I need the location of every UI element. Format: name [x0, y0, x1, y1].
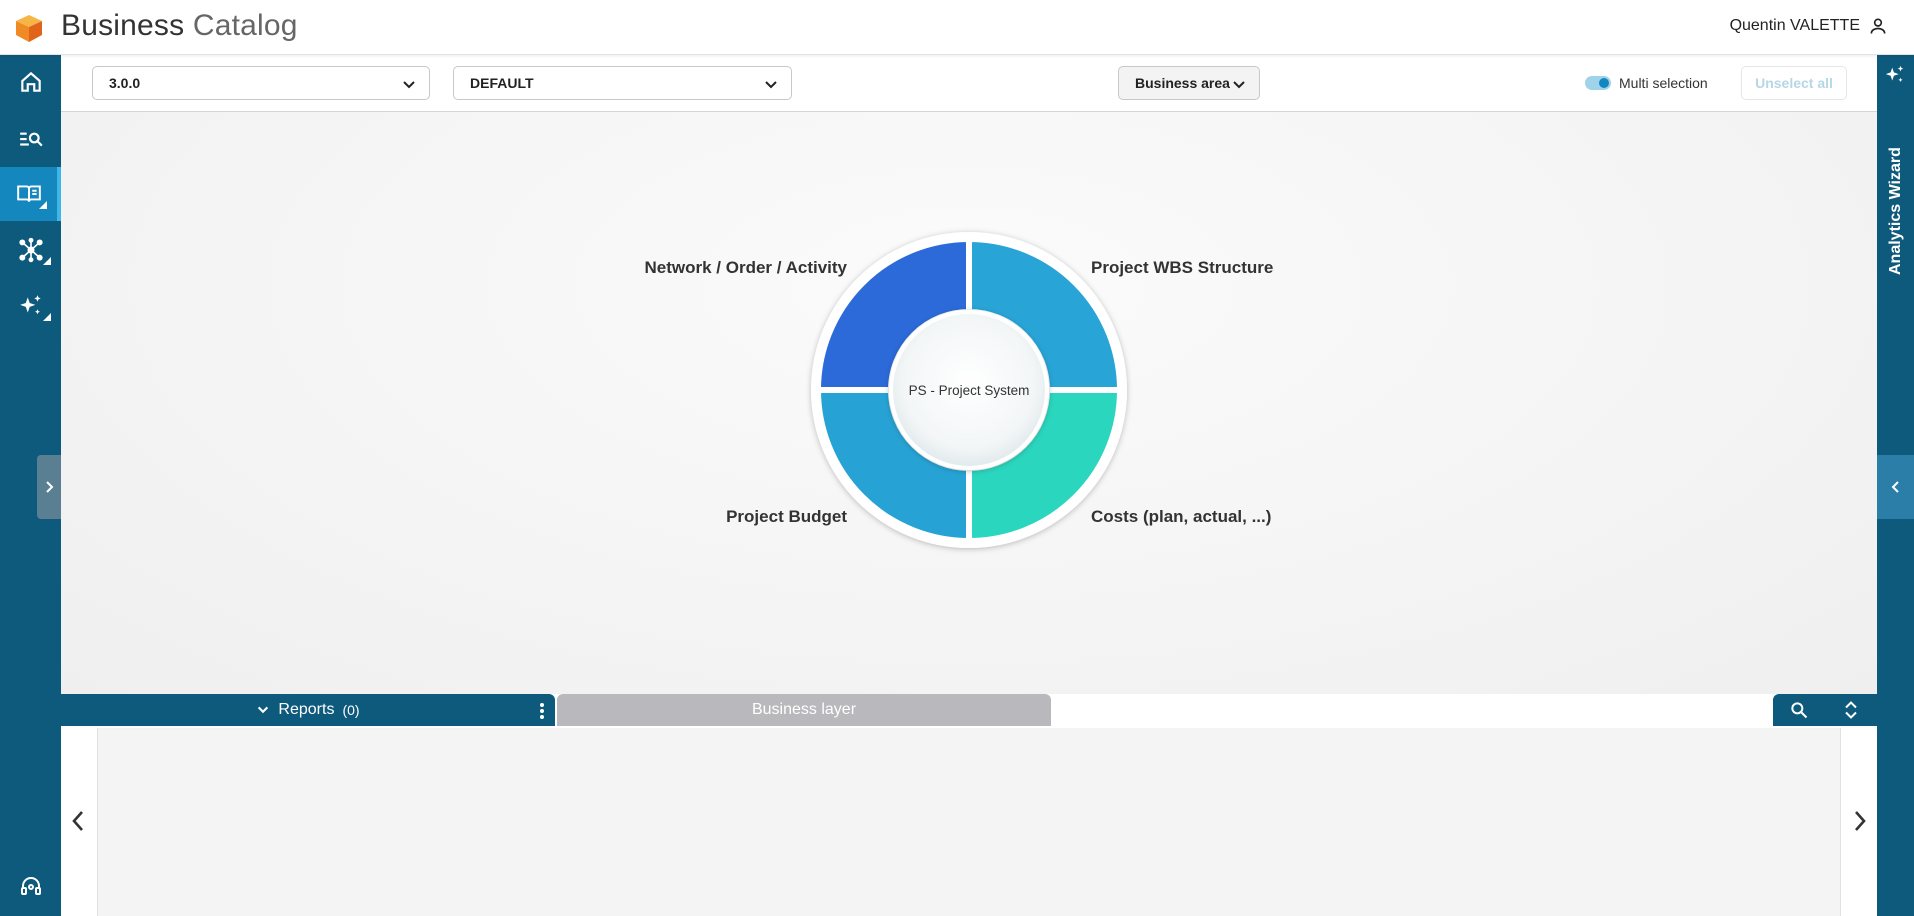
support-icon	[20, 877, 41, 895]
context-select[interactable]: DEFAULT	[453, 66, 792, 100]
chevron-right-icon	[46, 481, 54, 493]
search-list-icon	[19, 132, 43, 147]
version-value: 3.0.0	[109, 75, 141, 91]
business-area-donut: Network / Order / Activity Project WBS St…	[645, 232, 1273, 548]
kebab-menu-icon[interactable]	[539, 702, 545, 720]
toggle-switch[interactable]	[1585, 76, 1611, 90]
user-menu[interactable]: Quentin VALETTE	[1730, 16, 1888, 36]
business-area-select[interactable]: Business area	[1118, 66, 1260, 100]
app-header: Business Catalog Quentin VALETTE	[0, 0, 1914, 55]
chevron-down-icon	[258, 706, 269, 714]
title-main: Business	[61, 9, 185, 42]
sidebar-item-search[interactable]	[0, 111, 61, 165]
analytics-wizard-label: Analytics Wizard	[1887, 147, 1904, 275]
expand-collapse-icon[interactable]	[1841, 700, 1861, 720]
donut-segment-label[interactable]: Project Budget	[726, 507, 847, 526]
chevron-left-icon	[72, 811, 83, 831]
donut-segment-label[interactable]: Network / Order / Activity	[645, 258, 848, 277]
multi-selection-label: Multi selection	[1619, 75, 1708, 91]
search-icon[interactable]	[1789, 700, 1809, 720]
chevron-down-icon	[403, 81, 415, 89]
sparkle-icon	[1885, 65, 1904, 82]
submenu-indicator	[43, 313, 51, 321]
reports-list	[97, 728, 1841, 916]
reports-label: Reports	[278, 701, 335, 718]
reports-count: (0)	[342, 702, 360, 718]
submenu-indicator	[43, 257, 51, 265]
business-area-value: Business area	[1135, 75, 1230, 91]
title-light: Catalog	[192, 9, 298, 42]
user-icon	[1870, 18, 1886, 34]
scroll-right-button[interactable]	[1847, 806, 1873, 836]
cube-logo-icon	[16, 15, 42, 42]
donut-segment-label[interactable]: Project WBS Structure	[1091, 258, 1273, 277]
tab-business-layer[interactable]: Business layer	[557, 694, 1051, 726]
home-icon	[20, 71, 41, 92]
network-icon	[18, 237, 43, 263]
scroll-left-button[interactable]	[65, 806, 91, 836]
bottom-tools	[1773, 694, 1877, 726]
donut-segment-label[interactable]: Costs (plan, actual, ...)	[1091, 507, 1271, 526]
reports-panel	[61, 726, 1877, 916]
version-select[interactable]: 3.0.0	[92, 66, 430, 100]
sidebar-item-support[interactable]	[0, 866, 61, 906]
tab-reports[interactable]: Reports (0)	[61, 694, 555, 726]
context-value: DEFAULT	[470, 75, 534, 91]
bottom-tabs: Reports (0) Business layer	[61, 694, 1877, 726]
submenu-indicator	[39, 201, 47, 209]
expand-left-panel-button[interactable]	[37, 455, 61, 519]
catalog-canvas: Network / Order / Activity Project WBS St…	[61, 112, 1877, 694]
user-name: Quentin VALETTE	[1729, 17, 1860, 34]
expand-right-panel-button[interactable]	[1877, 455, 1914, 519]
book-icon	[16, 185, 41, 202]
chevron-down-icon	[765, 81, 777, 89]
chevron-left-icon	[1891, 481, 1899, 493]
sidebar-item-wizard[interactable]	[0, 279, 61, 333]
toolbar: 3.0.0 DEFAULT Business area Multi select…	[61, 55, 1877, 112]
sidebar-item-network[interactable]	[0, 223, 61, 277]
chevron-down-icon	[1233, 81, 1245, 89]
center-label: PS - Project System	[909, 383, 1030, 398]
unselect-all-button[interactable]: Unselect all	[1741, 66, 1847, 100]
sparkle-icon	[19, 295, 41, 315]
multi-selection-toggle[interactable]: Multi selection	[1585, 75, 1708, 91]
chevron-right-icon	[1855, 811, 1866, 831]
page-title: Business Catalog	[61, 9, 298, 43]
sidebar-item-catalog[interactable]	[0, 167, 61, 221]
sidebar-item-home[interactable]	[0, 55, 61, 109]
